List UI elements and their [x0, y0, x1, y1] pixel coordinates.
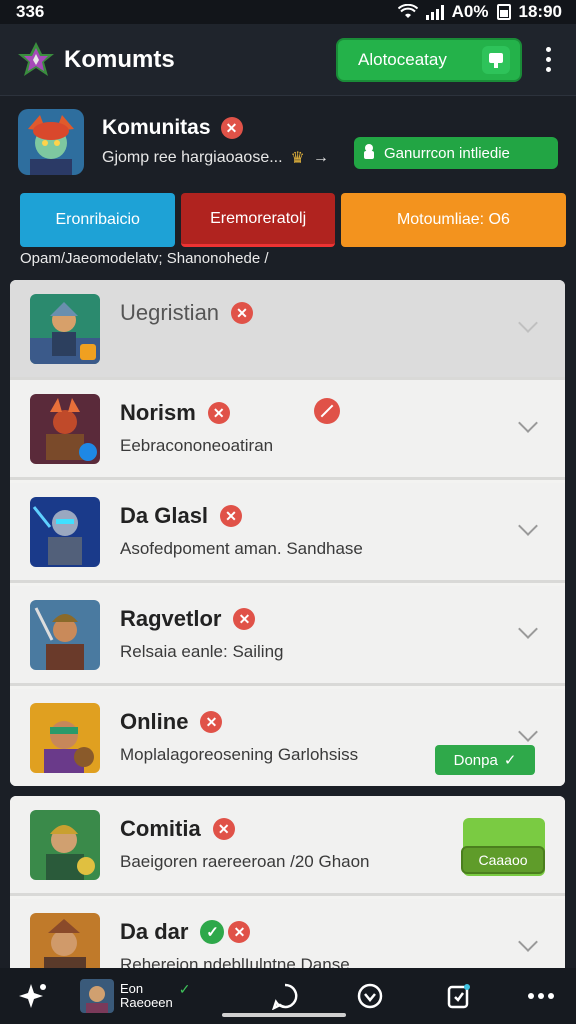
profile-line-2: Raeoeen	[120, 995, 173, 1010]
status-time-left: 336	[16, 2, 45, 21]
chevron-down-icon[interactable]	[518, 619, 538, 639]
list-item[interactable]: Comitia ✕ Baeigoren raereeroan /20 Ghaon …	[10, 796, 565, 896]
remove-icon[interactable]: ✕	[228, 921, 251, 943]
remove-icon[interactable]: ✕	[200, 711, 223, 733]
community-description: Gjomp ree hargiaoaose...	[102, 149, 283, 166]
hero-archer-icon	[30, 703, 100, 773]
tab-bar: Eronribaicio Eremoreratolj Motoumliae: O…	[20, 193, 566, 247]
chevron-down-icon[interactable]	[518, 313, 538, 333]
community-avatar[interactable]	[18, 109, 84, 175]
verified-icon: ✓	[200, 920, 225, 944]
app-logo-icon[interactable]	[16, 40, 56, 80]
hero-warrior-icon	[30, 600, 100, 670]
check-icon: ✓	[503, 752, 517, 769]
download-icon	[482, 45, 510, 74]
profile-line-1: Eon	[120, 981, 144, 996]
wifi-icon	[397, 4, 418, 18]
avatar	[80, 979, 114, 1013]
list-item[interactable]: Uegristian ✕	[10, 280, 565, 380]
status-bar: 336 A0% 18:90	[0, 0, 576, 24]
block-icon[interactable]	[314, 398, 340, 424]
item-title: Online	[120, 709, 189, 734]
chat-icon[interactable]	[270, 980, 300, 1012]
signal-icon	[425, 4, 444, 20]
more-icon[interactable]	[526, 980, 556, 1012]
chevron-down-icon[interactable]	[518, 722, 538, 742]
hero-knight-icon	[30, 294, 100, 364]
community-action-button[interactable]: Ganurrcon intliedie	[354, 137, 558, 169]
lock-icon	[362, 143, 376, 163]
remove-icon[interactable]: ✕	[231, 302, 254, 324]
more-options-icon[interactable]	[536, 40, 560, 80]
item-title: Comitia	[120, 816, 201, 841]
cta-label: Alotoceatay	[358, 49, 447, 69]
item-title: Da dar	[120, 919, 189, 944]
breadcrumb[interactable]: Opam/Jaeomodelatv; Shanonohede /	[20, 250, 269, 267]
app-bar-cta-button[interactable]: Alotoceatay	[336, 37, 522, 82]
app-bar: Komumts Alotoceatay	[0, 24, 576, 96]
tab-2[interactable]: Eremoreratolj	[181, 193, 335, 247]
remove-icon[interactable]: ✕	[220, 505, 243, 527]
check-icon: ✓	[178, 980, 191, 997]
item-list-card-2: Comitia ✕ Baeigoren raereeroan /20 Ghaon …	[10, 796, 565, 996]
chevron-down-icon[interactable]	[518, 516, 538, 536]
action-button[interactable]: Caaaoo	[461, 846, 545, 874]
battery-icon	[496, 4, 511, 20]
heart-badge-icon[interactable]	[355, 980, 385, 1012]
item-title: Da Glasl	[120, 503, 209, 528]
profile-nav-item[interactable]: Eon Raeoeen ✓	[80, 979, 200, 1013]
app-title: Komumts	[64, 45, 175, 73]
list-item[interactable]: Online ✕ Moplalagoreosening Garlohsiss Do…	[10, 689, 565, 786]
tasks-icon[interactable]	[444, 980, 474, 1012]
tab-1[interactable]: Eronribaicio	[20, 193, 176, 247]
hero-dragon-icon	[30, 394, 100, 464]
list-item[interactable]: Da Glasl ✕ Asofedpoment aman. Sandhase	[10, 483, 565, 583]
hero-robot-icon	[30, 497, 100, 567]
battery-percent: A0%	[451, 2, 489, 21]
remove-icon[interactable]: ✕	[207, 402, 230, 424]
item-subtitle: Asofedpoment aman. Sandhase	[120, 539, 363, 558]
item-title: Uegristian	[120, 300, 220, 325]
trophy-icon: ♛	[290, 150, 305, 167]
community-name: Komunitas	[102, 116, 211, 139]
chevron-down-icon[interactable]	[518, 932, 538, 952]
item-subtitle: Eebracononeoatiran	[120, 436, 274, 455]
remove-icon[interactable]: ✕	[212, 818, 235, 840]
home-indicator[interactable]	[222, 1013, 346, 1017]
open-button[interactable]: Donpa ✓	[435, 745, 535, 775]
arrow-icon: →	[312, 149, 329, 166]
hero-elf-icon	[30, 810, 100, 880]
item-title: Ragvetlor	[120, 606, 222, 631]
list-item[interactable]: Norism ✕ Eebracononeoatiran	[10, 380, 565, 480]
community-action-label: Ganurrcon intliedie	[384, 144, 510, 162]
close-badge-icon[interactable]: ✕	[220, 117, 243, 139]
tab-3[interactable]: Motoumliae: O6	[340, 193, 566, 247]
chevron-down-icon[interactable]	[518, 413, 538, 433]
item-title: Norism	[120, 400, 196, 425]
item-subtitle: Relsaia eanle: Sailing	[120, 642, 284, 661]
status-clock: 18:90	[518, 2, 562, 21]
item-subtitle: Baeigoren raereeroan /20 Ghaon	[120, 852, 370, 871]
item-list-card: Uegristian ✕ Norism ✕ Eebracononeoatiran D…	[10, 280, 565, 786]
list-item[interactable]: Ragvetlor ✕ Relsaia eanle: Sailing	[10, 586, 565, 686]
remove-icon[interactable]: ✕	[233, 608, 256, 630]
sparkle-icon[interactable]	[18, 980, 48, 1012]
item-subtitle: Moplalagoreosening Garlohsiss	[120, 745, 359, 764]
